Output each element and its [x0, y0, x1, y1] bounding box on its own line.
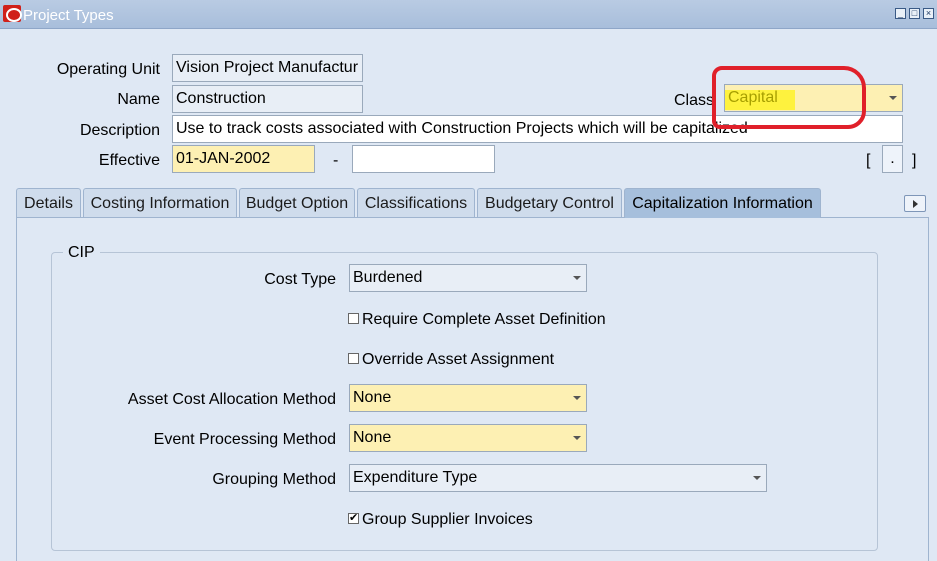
event-processing-method-value: None: [353, 429, 392, 446]
override-asset-assignment-label: Override Asset Assignment: [362, 351, 555, 368]
asset-cost-allocation-method-label: Asset Cost Allocation Method: [127, 391, 336, 408]
effective-label: Effective: [98, 152, 160, 169]
group-supplier-invoices-label: Group Supplier Invoices: [362, 511, 533, 528]
description-field[interactable]: Use to track costs associated with Const…: [172, 115, 903, 143]
effective-to-field[interactable]: [352, 145, 495, 173]
name-field[interactable]: Construction: [172, 85, 363, 113]
cip-group-title: CIP: [63, 244, 100, 262]
override-asset-assignment-checkbox[interactable]: [348, 353, 359, 364]
grouping-method-value: Expenditure Type: [353, 469, 478, 486]
chevron-down-icon[interactable]: [750, 465, 764, 491]
event-processing-method-select[interactable]: None: [349, 424, 587, 452]
operating-unit-label: Operating Unit: [56, 61, 160, 78]
chevron-down-icon[interactable]: [570, 425, 584, 451]
tab-capitalization-information[interactable]: Capitalization Information: [624, 188, 821, 218]
group-supplier-invoices-checkbox[interactable]: ✔: [348, 513, 359, 524]
flex-open-bracket: [: [866, 152, 871, 169]
grouping-method-label: Grouping Method: [212, 471, 336, 488]
window-title: Project Types: [23, 7, 114, 24]
class-value: Capital: [728, 89, 778, 106]
cost-type-select[interactable]: Burdened: [349, 264, 587, 292]
asset-cost-allocation-method-select[interactable]: None: [349, 384, 587, 412]
cost-type-label: Cost Type: [264, 271, 336, 288]
cost-type-value: Burdened: [353, 269, 423, 286]
tab-budget-option[interactable]: Budget Option: [239, 188, 355, 217]
tab-details[interactable]: Details: [16, 188, 81, 217]
effective-from-field[interactable]: 01-JAN-2002: [172, 145, 315, 173]
operating-unit-field[interactable]: Vision Project Manufactur: [172, 54, 363, 82]
event-processing-method-label: Event Processing Method: [153, 431, 336, 448]
flex-close-bracket: ]: [912, 152, 917, 169]
description-label: Description: [79, 122, 160, 139]
require-complete-asset-definition-checkbox[interactable]: [348, 313, 359, 324]
descriptive-flexfield[interactable]: .: [882, 145, 903, 173]
tab-costing-information[interactable]: Costing Information: [83, 188, 237, 217]
date-range-separator: -: [333, 152, 339, 169]
asset-cost-allocation-method-value: None: [353, 389, 392, 406]
tab-scroll-right-icon[interactable]: [904, 195, 926, 212]
require-complete-asset-definition-label: Require Complete Asset Definition: [362, 311, 606, 328]
class-label: Class: [673, 92, 714, 109]
chevron-down-icon[interactable]: [570, 265, 584, 291]
minimize-icon[interactable]: _: [895, 8, 906, 19]
tab-budgetary-control[interactable]: Budgetary Control: [477, 188, 622, 217]
name-label: Name: [117, 91, 160, 108]
maximize-icon[interactable]: □: [909, 8, 920, 19]
tab-classifications[interactable]: Classifications: [357, 188, 475, 217]
close-icon[interactable]: ×: [923, 8, 934, 19]
grouping-method-select[interactable]: Expenditure Type: [349, 464, 767, 492]
oracle-app-icon: [3, 5, 22, 22]
chevron-down-icon[interactable]: [886, 85, 900, 111]
chevron-down-icon[interactable]: [570, 385, 584, 411]
window-titlebar: Project Types _ □ ×: [0, 0, 937, 29]
class-select[interactable]: Capital: [724, 84, 903, 112]
